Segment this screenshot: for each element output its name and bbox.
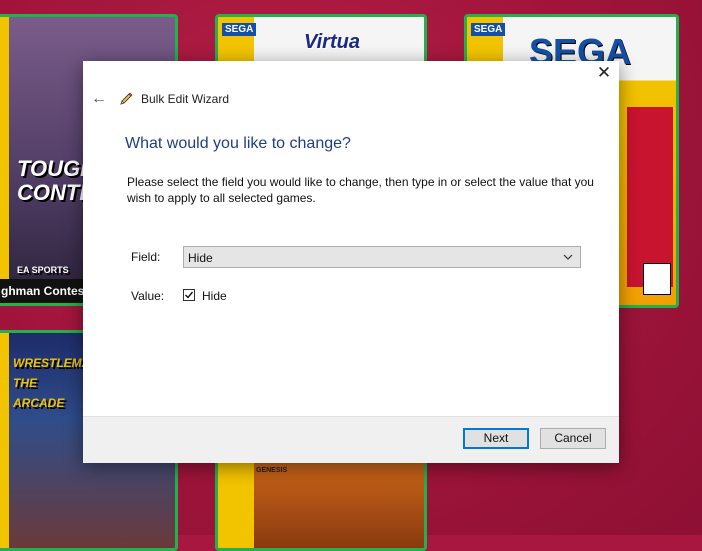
hide-checkbox[interactable] xyxy=(183,289,195,301)
dialog-title: Bulk Edit Wizard xyxy=(141,92,230,106)
hide-checkbox-label[interactable]: Hide xyxy=(202,289,227,303)
game-tile-brand: SEGA xyxy=(222,23,257,36)
pencil-icon xyxy=(120,92,133,105)
back-arrow-icon[interactable]: ← xyxy=(91,90,109,108)
game-tile-title: TOUGH CONTEST xyxy=(17,156,123,205)
game-tile-title: WRESTLEMANIA THE ARCADE xyxy=(13,356,111,410)
dialog-titlebar: ← Bulk Edit Wizard xyxy=(91,89,229,109)
field-dropdown-value: Hide xyxy=(188,251,213,265)
bulk-edit-wizard-dialog: ✕ ← Bulk Edit Wizard What would you like… xyxy=(83,61,619,463)
field-dropdown[interactable]: Hide xyxy=(183,246,581,268)
dialog-footer: Next Cancel xyxy=(83,416,619,463)
field-label: Field: xyxy=(131,250,161,264)
game-tile-brand: SEGA xyxy=(471,23,506,36)
cancel-button[interactable]: Cancel xyxy=(540,428,606,449)
game-tile-brand: GENESIS xyxy=(256,467,288,474)
page-heading: What would you like to change? xyxy=(125,135,351,152)
close-button[interactable]: ✕ xyxy=(595,64,613,82)
next-button[interactable]: Next xyxy=(463,428,529,449)
checkmark-icon xyxy=(185,291,194,299)
value-label: Value: xyxy=(131,289,165,303)
game-tile-title: Virtua xyxy=(304,31,360,53)
chevron-down-icon xyxy=(563,254,573,260)
game-tile-brand: EA SPORTS xyxy=(17,265,69,275)
instructions-text: Please select the field you would like t… xyxy=(127,175,594,205)
